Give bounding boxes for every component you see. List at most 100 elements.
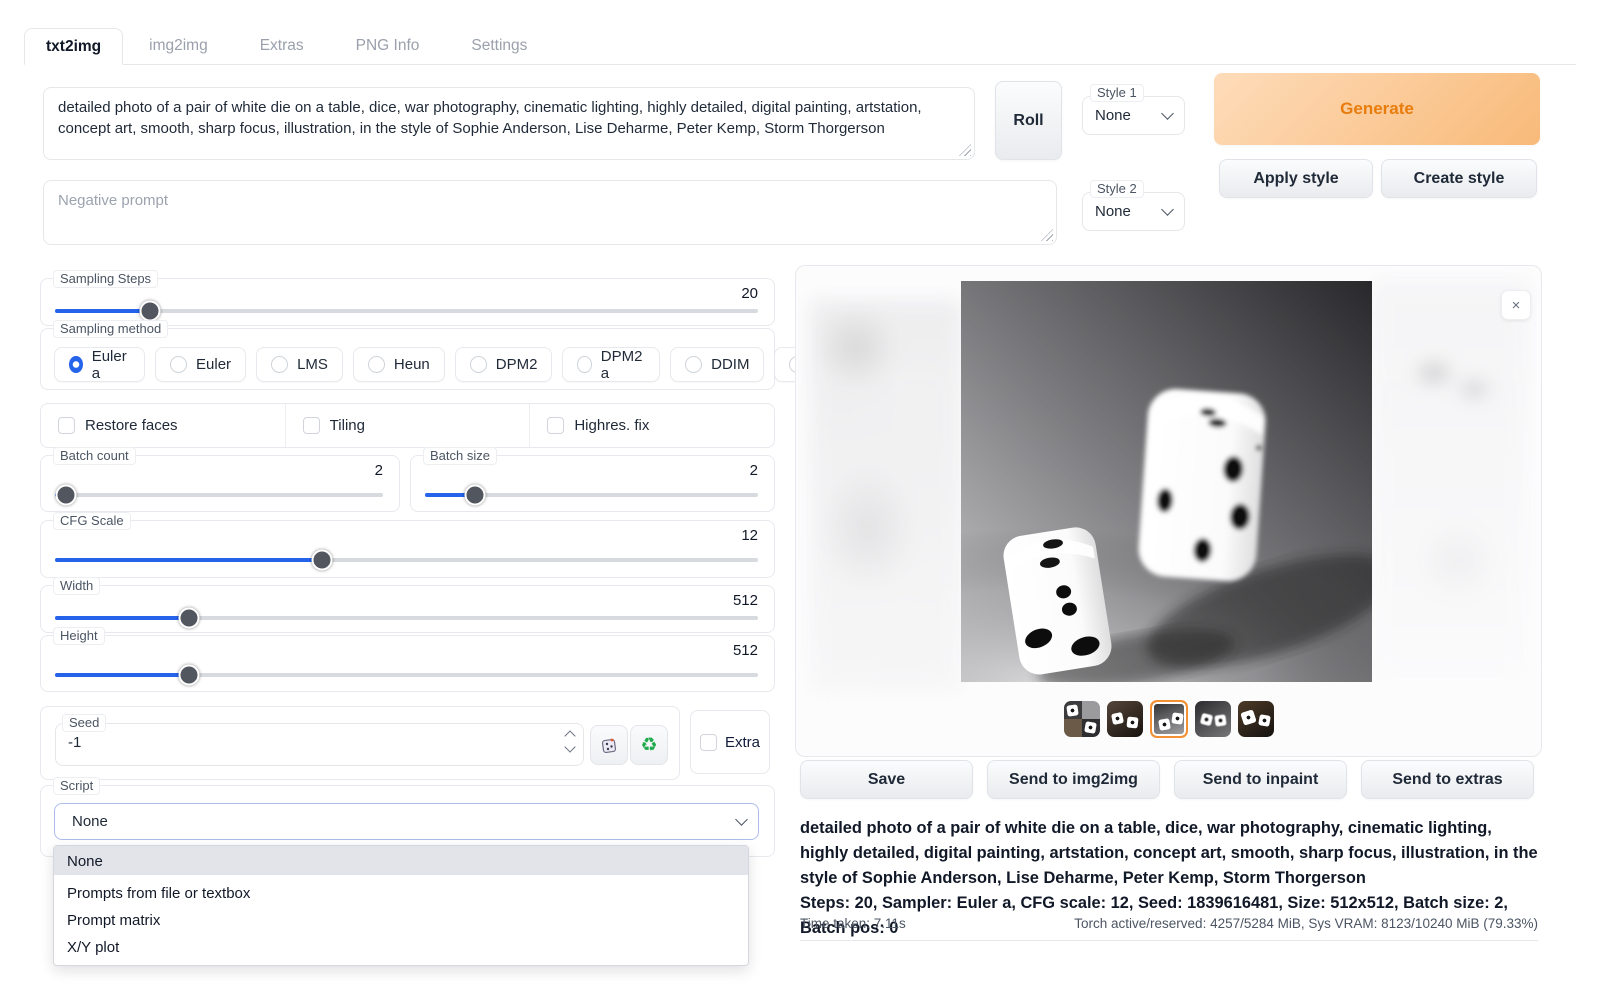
roll-button[interactable]: Roll bbox=[995, 81, 1062, 160]
gallery-thumbnail-1[interactable] bbox=[1064, 701, 1100, 737]
chevron-down-icon bbox=[735, 813, 748, 826]
tab-extras[interactable]: Extras bbox=[234, 27, 330, 64]
tab-png-info[interactable]: PNG Info bbox=[330, 27, 446, 64]
width-label: Width bbox=[53, 577, 100, 595]
sampling-steps-group: Sampling Steps 20 bbox=[40, 278, 775, 326]
gallery-thumbnail-4[interactable] bbox=[1195, 701, 1231, 737]
sampler-euler-a[interactable]: Euler a bbox=[54, 347, 145, 382]
sampler-heun[interactable]: Heun bbox=[353, 347, 445, 382]
width-value: 512 bbox=[733, 592, 758, 609]
batch-size-group: Batch size 2 bbox=[410, 455, 775, 512]
recycle-icon: ♻ bbox=[640, 736, 657, 755]
send-to-extras-button[interactable]: Send to extras bbox=[1361, 760, 1534, 799]
style2-value: None bbox=[1095, 203, 1131, 220]
txt2img-page: txt2img img2img Extras PNG Info Settings… bbox=[0, 0, 1600, 1000]
gallery-neighbor-left[interactable] bbox=[810, 300, 962, 692]
batch-count-value: 2 bbox=[375, 462, 383, 479]
tiling-label: Tiling bbox=[330, 417, 365, 434]
extra-seed-group: Extra bbox=[690, 710, 770, 774]
apply-style-button[interactable]: Apply style bbox=[1219, 159, 1373, 198]
vram-stats-text: Torch active/reserved: 4257/5284 MiB, Sy… bbox=[1074, 916, 1538, 931]
highres-fix-label: Highres. fix bbox=[574, 417, 649, 434]
script-value: None bbox=[67, 813, 108, 830]
toggles-group: Restore faces Tiling Highres. fix bbox=[40, 403, 775, 448]
gallery-thumbnail-5[interactable] bbox=[1238, 701, 1274, 737]
restore-faces-label: Restore faces bbox=[85, 417, 178, 434]
script-option-prompt-matrix[interactable]: Prompt matrix bbox=[54, 907, 748, 934]
dice-icon bbox=[599, 735, 619, 755]
send-to-img2img-button[interactable]: Send to img2img bbox=[987, 760, 1160, 799]
width-slider[interactable] bbox=[55, 616, 758, 620]
save-button[interactable]: Save bbox=[800, 760, 973, 799]
batch-count-group: Batch count 2 bbox=[40, 455, 400, 512]
seed-group: Seed -1 ♻ bbox=[40, 706, 680, 780]
sampling-method-label: Sampling method bbox=[53, 320, 168, 338]
highres-fix-checkbox[interactable] bbox=[547, 417, 564, 434]
seed-stepper[interactable] bbox=[566, 732, 574, 751]
generated-image[interactable] bbox=[961, 281, 1372, 682]
tiling-checkbox[interactable] bbox=[303, 417, 320, 434]
chevron-down-icon bbox=[1161, 107, 1174, 120]
sampler-euler[interactable]: Euler bbox=[155, 347, 246, 382]
sampler-ddim[interactable]: DDIM bbox=[670, 347, 764, 382]
prompt-input[interactable]: detailed photo of a pair of white die on… bbox=[43, 87, 975, 160]
radio-icon bbox=[368, 356, 385, 373]
gallery-thumbnail-3-selected[interactable] bbox=[1150, 700, 1188, 738]
sampler-lms[interactable]: LMS bbox=[256, 347, 343, 382]
generate-button[interactable]: Generate bbox=[1214, 73, 1540, 145]
style2-label: Style 2 bbox=[1090, 180, 1144, 198]
tab-img2img[interactable]: img2img bbox=[123, 27, 234, 64]
tab-bar: txt2img img2img Extras PNG Info Settings bbox=[24, 27, 1576, 65]
script-label: Script bbox=[53, 777, 100, 795]
restore-faces-checkbox[interactable] bbox=[58, 417, 75, 434]
sampling-steps-slider[interactable] bbox=[55, 309, 758, 313]
gallery-thumbnail-2[interactable] bbox=[1107, 701, 1143, 737]
tab-txt2img[interactable]: txt2img bbox=[24, 28, 123, 65]
negative-prompt-input[interactable] bbox=[43, 180, 1057, 245]
time-taken-text: Time taken: 7.11s bbox=[800, 916, 906, 931]
result-gallery: × bbox=[795, 265, 1542, 757]
gallery-close-button[interactable]: × bbox=[1501, 290, 1531, 320]
cfg-scale-slider[interactable] bbox=[55, 558, 758, 562]
script-option-xy-plot[interactable]: X/Y plot bbox=[54, 934, 748, 965]
gallery-thumbnails bbox=[796, 700, 1541, 738]
extra-checkbox[interactable] bbox=[700, 734, 717, 751]
stepper-up-icon bbox=[564, 730, 575, 741]
batch-count-label: Batch count bbox=[53, 447, 136, 465]
random-seed-button[interactable] bbox=[590, 725, 628, 765]
extra-label: Extra bbox=[725, 734, 760, 751]
output-footer: Time taken: 7.11s Torch active/reserved:… bbox=[800, 916, 1538, 941]
output-prompt-text: detailed photo of a pair of white die on… bbox=[800, 816, 1540, 891]
cfg-scale-value: 12 bbox=[741, 527, 758, 544]
tab-settings[interactable]: Settings bbox=[445, 27, 553, 64]
height-value: 512 bbox=[733, 642, 758, 659]
batch-count-slider[interactable] bbox=[55, 493, 383, 497]
radio-icon bbox=[470, 356, 487, 373]
width-group: Width 512 bbox=[40, 585, 775, 633]
style1-value: None bbox=[1095, 107, 1131, 124]
stepper-down-icon bbox=[564, 741, 575, 752]
radio-selected-icon bbox=[69, 356, 83, 373]
cfg-scale-label: CFG Scale bbox=[53, 512, 131, 530]
height-slider[interactable] bbox=[55, 673, 758, 677]
sampler-dpm2[interactable]: DPM2 bbox=[455, 347, 553, 382]
radio-icon bbox=[685, 356, 702, 373]
radio-icon bbox=[170, 356, 187, 373]
script-select[interactable]: None bbox=[54, 803, 759, 840]
send-to-inpaint-button[interactable]: Send to inpaint bbox=[1174, 760, 1347, 799]
sampling-steps-value: 20 bbox=[741, 285, 758, 302]
script-option-prompts-from-file[interactable]: Prompts from file or textbox bbox=[54, 880, 748, 907]
sampling-method-group: Sampling method Euler a Euler LMS Heun D… bbox=[40, 328, 775, 390]
reuse-seed-button[interactable]: ♻ bbox=[630, 725, 668, 765]
sampler-dpm2-a[interactable]: DPM2 a bbox=[562, 347, 660, 382]
batch-size-label: Batch size bbox=[423, 447, 497, 465]
seed-label: Seed bbox=[62, 714, 106, 732]
sampling-steps-label: Sampling Steps bbox=[53, 270, 158, 288]
create-style-button[interactable]: Create style bbox=[1381, 159, 1537, 198]
style1-label: Style 1 bbox=[1090, 84, 1144, 102]
seed-input[interactable]: -1 bbox=[68, 734, 81, 751]
batch-size-slider[interactable] bbox=[425, 493, 758, 497]
script-dropdown-menu: None Prompts from file or textbox Prompt… bbox=[53, 845, 749, 966]
gallery-neighbor-right[interactable] bbox=[1372, 281, 1527, 681]
script-option-none[interactable]: None bbox=[54, 846, 748, 875]
